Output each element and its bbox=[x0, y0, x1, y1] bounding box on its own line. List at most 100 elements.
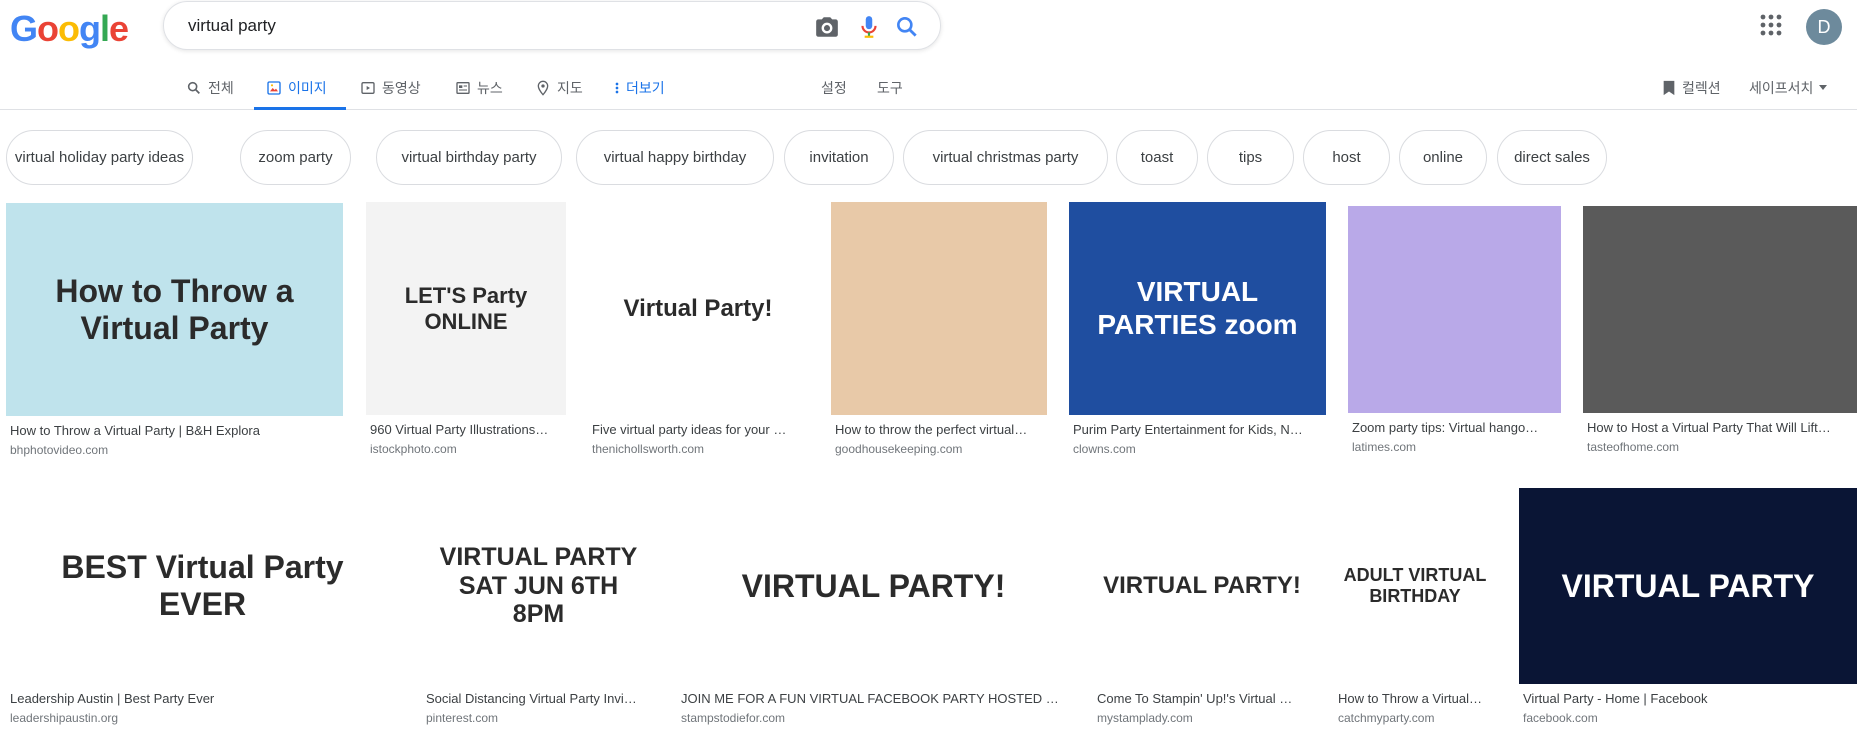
apps-grid-icon[interactable] bbox=[1760, 14, 1782, 36]
tab-images[interactable]: 이미지 bbox=[266, 78, 327, 98]
tab-news[interactable]: 뉴스 bbox=[455, 78, 503, 98]
search-tabs: 전체 이미지 동영상 뉴스 지도 더보기 설정 도구 컬렉션 세이프서치 bbox=[0, 66, 1857, 110]
result-thumbnail[interactable]: Virtual Party! bbox=[588, 202, 808, 415]
image-result-card[interactable]: ADULT VIRTUAL BIRTHDAY How to Throw a Vir… bbox=[1334, 488, 1496, 744]
settings-link[interactable]: 설정 bbox=[821, 78, 847, 98]
google-logo[interactable]: Google bbox=[10, 8, 129, 50]
avatar[interactable]: D bbox=[1806, 9, 1842, 45]
result-source[interactable]: mystamplady.com bbox=[1097, 711, 1307, 725]
collections-link[interactable]: 컬렉션 bbox=[1662, 78, 1721, 98]
image-result-card[interactable]: BEST Virtual Party EVER Leadership Austin… bbox=[6, 488, 399, 744]
safesearch-dropdown[interactable]: 세이프서치 bbox=[1749, 78, 1828, 98]
image-result-card[interactable]: How to Throw a Virtual Party How to Throw… bbox=[6, 203, 343, 476]
tab-maps[interactable]: 지도 bbox=[535, 78, 583, 98]
result-title[interactable]: Virtual Party - Home | Facebook bbox=[1523, 691, 1853, 706]
thumbnail-text: BEST Virtual Party EVER bbox=[61, 549, 344, 622]
active-tab-indicator bbox=[254, 107, 346, 110]
bookmark-icon bbox=[1663, 80, 1675, 96]
result-source[interactable]: tasteofhome.com bbox=[1587, 440, 1853, 454]
image-result-card[interactable]: VIRTUAL PARTIES zoom Purim Party Entertai… bbox=[1069, 202, 1326, 475]
thumbnail-text: How to Throw a Virtual Party bbox=[55, 272, 294, 346]
result-title[interactable]: How to Throw a Virtual… bbox=[1338, 691, 1492, 706]
result-source[interactable]: thenichollsworth.com bbox=[592, 442, 804, 456]
related-search-chip[interactable]: tips bbox=[1207, 130, 1294, 185]
result-source[interactable]: stampstodiefor.com bbox=[681, 711, 1066, 725]
result-source[interactable]: istockphoto.com bbox=[370, 442, 562, 456]
image-result-card[interactable]: VIRTUAL PARTY SAT JUN 6TH 8PM Social Dist… bbox=[422, 488, 655, 744]
image-result-card[interactable]: VIRTUAL PARTY! Come To Stampin' Up!'s Vir… bbox=[1093, 488, 1311, 744]
result-thumbnail[interactable]: BEST Virtual Party EVER bbox=[6, 488, 399, 684]
tab-label: 더보기 bbox=[626, 80, 665, 96]
thumbnail-text: Virtual Party! bbox=[623, 294, 773, 322]
related-search-chip[interactable]: virtual birthday party bbox=[376, 130, 562, 185]
related-search-chip[interactable]: virtual christmas party bbox=[903, 130, 1108, 185]
result-source[interactable]: bhphotovideo.com bbox=[10, 443, 339, 457]
thumbnail-text: LET'S Party ONLINE bbox=[404, 283, 528, 334]
logo-letter: o bbox=[37, 8, 59, 49]
result-title[interactable]: Social Distancing Virtual Party Invi… bbox=[426, 691, 651, 706]
map-pin-icon bbox=[537, 80, 549, 96]
result-thumbnail[interactable] bbox=[1348, 206, 1561, 413]
result-title[interactable]: How to Throw a Virtual Party | B&H Explo… bbox=[10, 423, 339, 438]
tools-link[interactable]: 도구 bbox=[877, 78, 903, 98]
result-title[interactable]: Leadership Austin | Best Party Ever bbox=[10, 691, 395, 706]
chevron-down-icon bbox=[1819, 85, 1828, 90]
image-result-card[interactable]: How to throw the perfect virtual… goodhou… bbox=[831, 202, 1047, 475]
image-result-card[interactable]: VIRTUAL PARTY Virtual Party - Home | Face… bbox=[1519, 488, 1857, 744]
tab-all[interactable]: 전체 bbox=[186, 78, 234, 98]
result-thumbnail[interactable] bbox=[831, 202, 1047, 415]
result-thumbnail[interactable]: VIRTUAL PARTY bbox=[1519, 488, 1857, 684]
safesearch-label: 세이프서치 bbox=[1749, 80, 1814, 96]
related-search-chip[interactable]: host bbox=[1303, 130, 1390, 185]
result-title[interactable]: Purim Party Entertainment for Kids, N… bbox=[1073, 422, 1322, 437]
search-input[interactable]: virtual party bbox=[188, 16, 276, 36]
result-source[interactable]: clowns.com bbox=[1073, 442, 1322, 456]
related-search-chip[interactable]: virtual happy birthday bbox=[576, 130, 774, 185]
tab-label: 전체 bbox=[208, 80, 234, 96]
image-result-card[interactable]: VIRTUAL PARTY! JOIN ME FOR A FUN VIRTUAL … bbox=[677, 488, 1070, 744]
collections-label: 컬렉션 bbox=[1682, 80, 1721, 96]
result-thumbnail[interactable]: How to Throw a Virtual Party bbox=[6, 203, 343, 416]
tab-more[interactable]: 더보기 bbox=[614, 78, 665, 98]
camera-icon[interactable] bbox=[814, 14, 840, 40]
result-title[interactable]: Zoom party tips: Virtual hango… bbox=[1352, 420, 1557, 435]
tab-label: 동영상 bbox=[382, 80, 421, 96]
related-search-chip[interactable]: virtual holiday party ideas bbox=[6, 130, 193, 185]
result-thumbnail[interactable]: VIRTUAL PARTY SAT JUN 6TH 8PM bbox=[422, 488, 655, 684]
result-title[interactable]: Five virtual party ideas for your … bbox=[592, 422, 804, 437]
image-result-card[interactable]: How to Host a Virtual Party That Will Li… bbox=[1583, 206, 1857, 473]
result-title[interactable]: How to Host a Virtual Party That Will Li… bbox=[1587, 420, 1853, 435]
result-source[interactable]: facebook.com bbox=[1523, 711, 1853, 725]
result-source[interactable]: catchmyparty.com bbox=[1338, 711, 1492, 725]
result-thumbnail[interactable]: VIRTUAL PARTIES zoom bbox=[1069, 202, 1326, 415]
image-result-card[interactable]: LET'S Party ONLINE 960 Virtual Party Illu… bbox=[366, 202, 566, 475]
image-result-card[interactable]: Virtual Party! Five virtual party ideas f… bbox=[588, 202, 808, 475]
result-source[interactable]: latimes.com bbox=[1352, 440, 1557, 454]
result-thumbnail[interactable]: VIRTUAL PARTY! bbox=[1093, 488, 1311, 684]
result-title[interactable]: 960 Virtual Party Illustrations… bbox=[370, 422, 562, 437]
result-thumbnail[interactable]: LET'S Party ONLINE bbox=[366, 202, 566, 415]
related-search-chip[interactable]: online bbox=[1399, 130, 1487, 185]
result-thumbnail[interactable] bbox=[1583, 206, 1857, 413]
related-search-chip[interactable]: invitation bbox=[784, 130, 894, 185]
tab-videos[interactable]: 동영상 bbox=[360, 78, 421, 98]
search-box[interactable]: virtual party bbox=[163, 1, 941, 50]
result-source[interactable]: leadershipaustin.org bbox=[10, 711, 395, 725]
result-thumbnail[interactable]: VIRTUAL PARTY! bbox=[677, 488, 1070, 684]
image-result-card[interactable]: Zoom party tips: Virtual hango… latimes.c… bbox=[1348, 206, 1561, 473]
result-source[interactable]: goodhousekeeping.com bbox=[835, 442, 1043, 456]
related-search-chip[interactable]: toast bbox=[1116, 130, 1198, 185]
result-title[interactable]: Come To Stampin' Up!'s Virtual … bbox=[1097, 691, 1307, 706]
result-thumbnail[interactable]: ADULT VIRTUAL BIRTHDAY bbox=[1334, 488, 1496, 684]
related-search-chip[interactable]: direct sales bbox=[1497, 130, 1607, 185]
related-search-chip[interactable]: zoom party bbox=[240, 130, 351, 185]
result-title[interactable]: JOIN ME FOR A FUN VIRTUAL FACEBOOK PARTY… bbox=[681, 691, 1066, 706]
search-icon[interactable] bbox=[894, 14, 920, 40]
microphone-icon[interactable] bbox=[856, 14, 882, 40]
result-source[interactable]: pinterest.com bbox=[426, 711, 651, 725]
result-title[interactable]: How to throw the perfect virtual… bbox=[835, 422, 1043, 437]
thumbnail-text: ADULT VIRTUAL BIRTHDAY bbox=[1343, 565, 1487, 606]
thumbnail-text: VIRTUAL PARTY! bbox=[741, 567, 1006, 604]
logo-letter: G bbox=[10, 8, 38, 49]
tab-label: 지도 bbox=[557, 80, 583, 96]
